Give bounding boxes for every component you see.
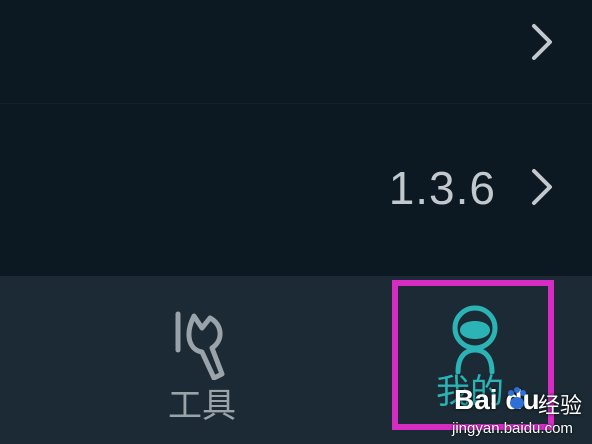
chevron-right-icon — [532, 24, 552, 60]
version-value: 1.3.6 — [388, 162, 496, 214]
settings-row-version[interactable]: 1.3.6 — [0, 104, 592, 276]
tab-tools[interactable]: 工具 — [0, 276, 296, 444]
settings-list: 1.3.6 — [0, 0, 592, 276]
chevron-right-icon — [532, 169, 552, 205]
watermark-url: jingyan.baidu.com — [452, 420, 573, 437]
tab-label: 工具 — [168, 386, 236, 426]
settings-row[interactable] — [0, 0, 592, 104]
watermark-suffix: 经验 — [538, 394, 583, 419]
watermark: Bai du 经验 jingyan.baidu.com — [446, 382, 592, 444]
paw-icon — [508, 387, 526, 409]
wrench-icon — [175, 311, 225, 380]
